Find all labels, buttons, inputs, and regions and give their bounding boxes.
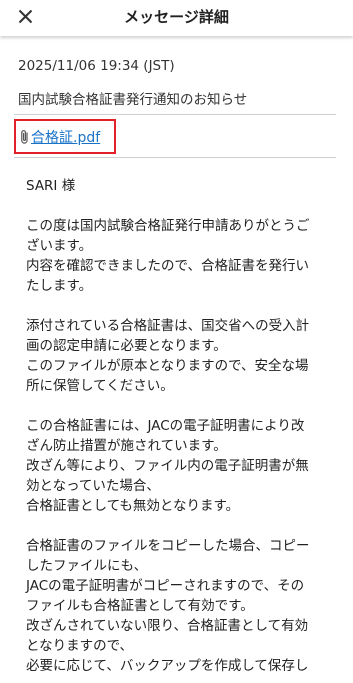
app-header: メッセージ詳細 [0,0,353,36]
body-line: となりますので、 [26,638,134,654]
divider [14,114,336,115]
body-line: 所に保管してください。 [26,378,174,394]
page-title: メッセージ詳細 [124,8,229,26]
message-datetime: 2025/11/06 19:34 (JST) [18,58,175,74]
body-line: このファイルが原本となりますので、安全な場 [26,358,309,374]
message-detail[interactable]: 2025/11/06 19:34 (JST) 国内試験合格証書発行通知のお知らせ… [0,36,353,683]
attachment-filename[interactable]: 合格証.pdf [31,127,100,147]
body-line: 画の認定申請に必要となります。 [26,338,227,354]
paperclip-icon [21,129,28,144]
body-line: ファイルも合格証書として有効です。 [26,598,254,614]
body-line: 合格証書としても無効となります。 [26,498,240,514]
body-line: したファイルにも、 [26,558,148,574]
message-body: SARI 様 この度は国内試験合格証発行申請ありがとうご ざいます。 内容を確認… [26,176,338,676]
body-recipient: SARI 様 [26,178,76,194]
divider [14,157,336,158]
body-line: ざん防止措置が施されています。 [26,438,227,454]
body-line: 改ざん等により、ファイル内の電子証明書が無 [26,458,309,474]
body-line: ざいます。 [26,238,93,254]
message-subject: 国内試験合格証書発行通知のお知らせ [18,92,248,108]
body-line: 添付されている合格証書は、国交省への受入計 [26,318,310,334]
body-line: 内容を確認できましたので、合格証書を発行い [26,258,309,274]
body-line: 必要に応じて、バックアップを作成して保存し [26,658,309,674]
body-line: JACの電子証明書がコピーされますので、その [26,578,305,594]
body-line: 効となっていた場合、 [26,478,160,494]
body-line: 合格証書のファイルをコピーした場合、コピー [26,538,310,554]
body-line: たします。 [26,278,93,294]
body-line: 改ざんされていない限り、合格証書として有効 [26,618,309,634]
body-line: この合格証書には、JACの電子証明書により改 [26,418,305,434]
body-line: この度は国内試験合格証発行申請ありがとうご [26,218,310,234]
attachment-link[interactable]: 合格証.pdf [14,119,116,154]
